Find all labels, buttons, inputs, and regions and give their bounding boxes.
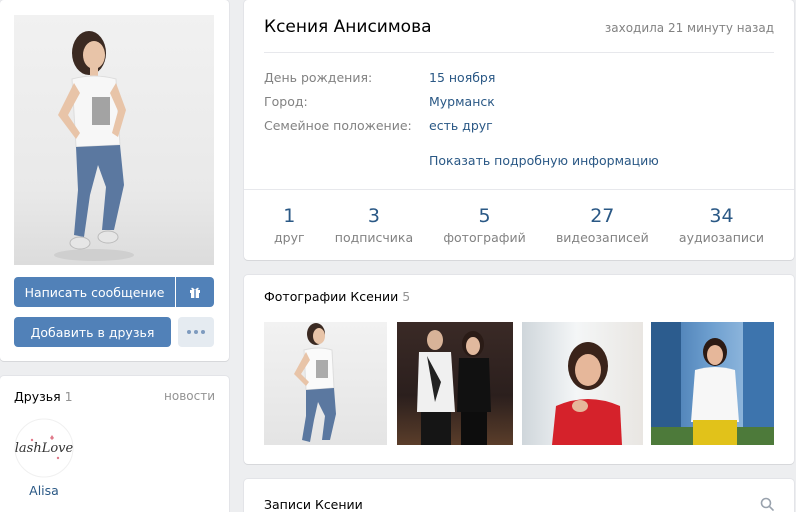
counter-number: 34 (709, 205, 734, 227)
info-row-relationship: Семейное положение: есть друг (264, 118, 495, 142)
wall-block: Записи Ксении (244, 479, 794, 512)
counter-number: 5 (478, 205, 491, 227)
counter-audios[interactable]: 34 аудиозаписи (679, 204, 764, 245)
profile-name: Ксения Анисимова (264, 17, 432, 37)
counter-label: видеозаписей (555, 230, 649, 245)
send-gift-button[interactable] (176, 277, 214, 307)
friend-avatar-logo: lashLove (14, 418, 74, 478)
friends-title-wrap[interactable]: Друзья 1 (14, 389, 73, 404)
counter-videos[interactable]: 27 видеозаписей (556, 204, 649, 245)
photos-title: Фотографии Ксении (264, 289, 399, 304)
counter-label: подписчика (334, 230, 414, 245)
search-icon[interactable] (760, 497, 774, 511)
friends-title: Друзья (14, 389, 61, 404)
photo-4-image (651, 322, 774, 445)
add-friend-label: Добавить в друзья (30, 324, 155, 340)
add-friend-button[interactable]: Добавить в друзья (14, 317, 171, 347)
friends-block: Друзья 1 новости lashLove Alisa (0, 376, 229, 512)
photos-block: Фотографии Ксении 5 (244, 275, 794, 464)
svg-text:lashLove: lashLove (15, 441, 74, 456)
info-value-link[interactable]: Мурманск (429, 94, 495, 118)
friend-item[interactable]: lashLove Alisa (14, 418, 74, 498)
counter-friends[interactable]: 1 друг (274, 204, 305, 245)
photos-count: 5 (402, 289, 411, 304)
counter-number: 27 (590, 205, 615, 227)
photo-thumbnail[interactable] (264, 322, 387, 445)
info-value-link[interactable]: есть друг (429, 118, 493, 142)
send-message-label: Написать сообщение (24, 284, 165, 300)
counters-divider (244, 189, 794, 190)
friends-header: Друзья 1 новости (14, 389, 215, 404)
photo-2-image (417, 330, 491, 445)
info-label: Семейное положение: (264, 118, 412, 133)
photo-thumbnail[interactable] (522, 322, 643, 445)
friend-name[interactable]: Alisa (14, 483, 74, 498)
photo-thumbnail[interactable] (397, 322, 513, 445)
counter-number: 1 (283, 205, 296, 227)
photos-header[interactable]: Фотографии Ксении 5 (264, 289, 410, 304)
info-value-link[interactable]: 15 ноября (429, 70, 495, 94)
photo-thumbnail[interactable] (651, 322, 774, 445)
profile-header: Ксения Анисимова заходила 21 минуту наза… (264, 17, 774, 37)
info-label: Город: (264, 94, 308, 109)
show-more-info-link[interactable]: Показать подробную информацию (429, 153, 659, 168)
wall-title: Записи Ксении (264, 497, 363, 512)
profile-photo-figure (54, 31, 134, 261)
photo-1-image (294, 323, 336, 442)
counter-photos[interactable]: 5 фотографий (443, 204, 525, 245)
last-seen-status: заходила 21 минуту назад (604, 21, 774, 35)
more-actions-button[interactable] (178, 317, 214, 347)
counter-label: фотографий (443, 230, 526, 245)
counter-followers[interactable]: 3 подписчика (335, 204, 413, 245)
info-label: День рождения: (264, 70, 373, 85)
counter-number: 3 (367, 205, 380, 227)
friends-count: 1 (64, 389, 73, 404)
info-row-city: Город: Мурманск (264, 94, 495, 118)
more-icon (187, 330, 205, 334)
counter-label: друг (274, 230, 305, 245)
friends-news-link[interactable]: новости (164, 389, 215, 404)
photo-3-image (552, 342, 622, 445)
send-message-button[interactable]: Написать сообщение (14, 277, 175, 307)
friend-avatar[interactable]: lashLove (14, 418, 74, 478)
profile-counters: 1 друг 3 подписчика 5 фотографий 27 виде… (274, 204, 764, 245)
header-divider (264, 52, 774, 53)
gift-icon (190, 287, 200, 298)
profile-photo[interactable] (14, 15, 214, 265)
info-row-birthday: День рождения: 15 ноября (264, 70, 495, 94)
counter-label: аудиозаписи (678, 230, 764, 245)
avatar-card: Написать сообщение Добавить в друзья (0, 0, 229, 361)
profile-info-list: День рождения: 15 ноября Город: Мурманск… (264, 70, 495, 142)
profile-info-card: Ксения Анисимова заходила 21 минуту наза… (244, 0, 794, 260)
